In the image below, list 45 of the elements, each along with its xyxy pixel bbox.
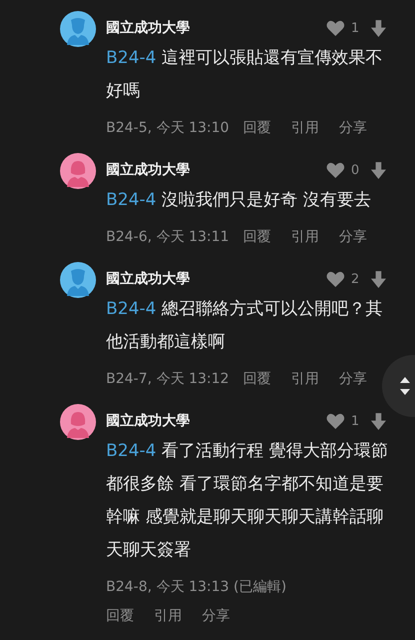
heart-icon[interactable] [326,20,345,36]
action-link[interactable]: 分享 [339,227,368,247]
like-count: 2 [351,272,360,286]
heart-icon[interactable] [326,270,345,288]
like-count: 1 [351,20,360,36]
up-down-icon [399,376,411,396]
action-link[interactable]: 分享 [339,118,368,138]
like-count: 1 [351,414,360,428]
down-arrow-icon[interactable] [371,270,386,288]
avatar-icon[interactable] [60,153,96,189]
reply-link[interactable]: B24-4 [106,441,156,461]
floor-time: B24-5, 今天 13:10 [106,119,230,138]
heart-icon[interactable] [326,162,345,178]
down-arrow-icon[interactable] [371,412,386,430]
floor-time: B24-8, 今天 13:13 (已編輯) [106,578,286,597]
action-link[interactable]: 回覆 [243,369,272,389]
author-name: 國立成功大學 [106,161,191,179]
action-link[interactable]: 引用 [154,606,182,626]
floor-time: B24-7, 今天 13:12 [106,370,230,389]
comment-text: B24-4 看了活動行程 覺得大部分環節都很多餘 看了環節名字都不知道是要幹嘛 感覺就是聊天聊天聊天講幹話聊天聊天簽署 [106,440,390,562]
down-arrow-icon[interactable] [371,162,386,178]
action-link[interactable]: 回覆 [106,606,134,626]
comment-text: B24-4 沒啦我們只是好奇 沒有要去 [106,189,372,212]
reply-link[interactable]: B24-4 [106,48,156,68]
avatar-icon[interactable] [60,11,96,47]
author-name: 國立成功大學 [106,270,191,288]
comment-text: B24-4 總召聯絡方式可以公開吧？其他活動都這樣啊 [106,298,384,354]
floor-time: B24-6, 今天 13:11 [106,228,230,247]
down-arrow-icon[interactable] [371,20,386,36]
avatar-icon[interactable] [60,404,96,440]
reply-link[interactable]: B24-4 [106,299,156,319]
action-link[interactable]: 引用 [291,227,320,247]
action-link[interactable]: 分享 [202,606,230,626]
action-link[interactable]: 引用 [291,369,320,389]
avatar-icon[interactable] [60,262,96,298]
author-name: 國立成功大學 [106,19,191,37]
reply-link[interactable]: B24-4 [106,190,156,210]
action-link[interactable]: 分享 [339,369,368,389]
author-name: 國立成功大學 [106,412,191,430]
action-link[interactable]: 回覆 [243,227,272,247]
like-count: 0 [351,162,360,178]
action-link[interactable]: 回覆 [243,118,272,138]
action-link[interactable]: 引用 [291,118,320,138]
heart-icon[interactable] [326,412,345,430]
comment-text: B24-4 這裡可以張貼還有宣傳效果不好嗎 [106,47,384,103]
